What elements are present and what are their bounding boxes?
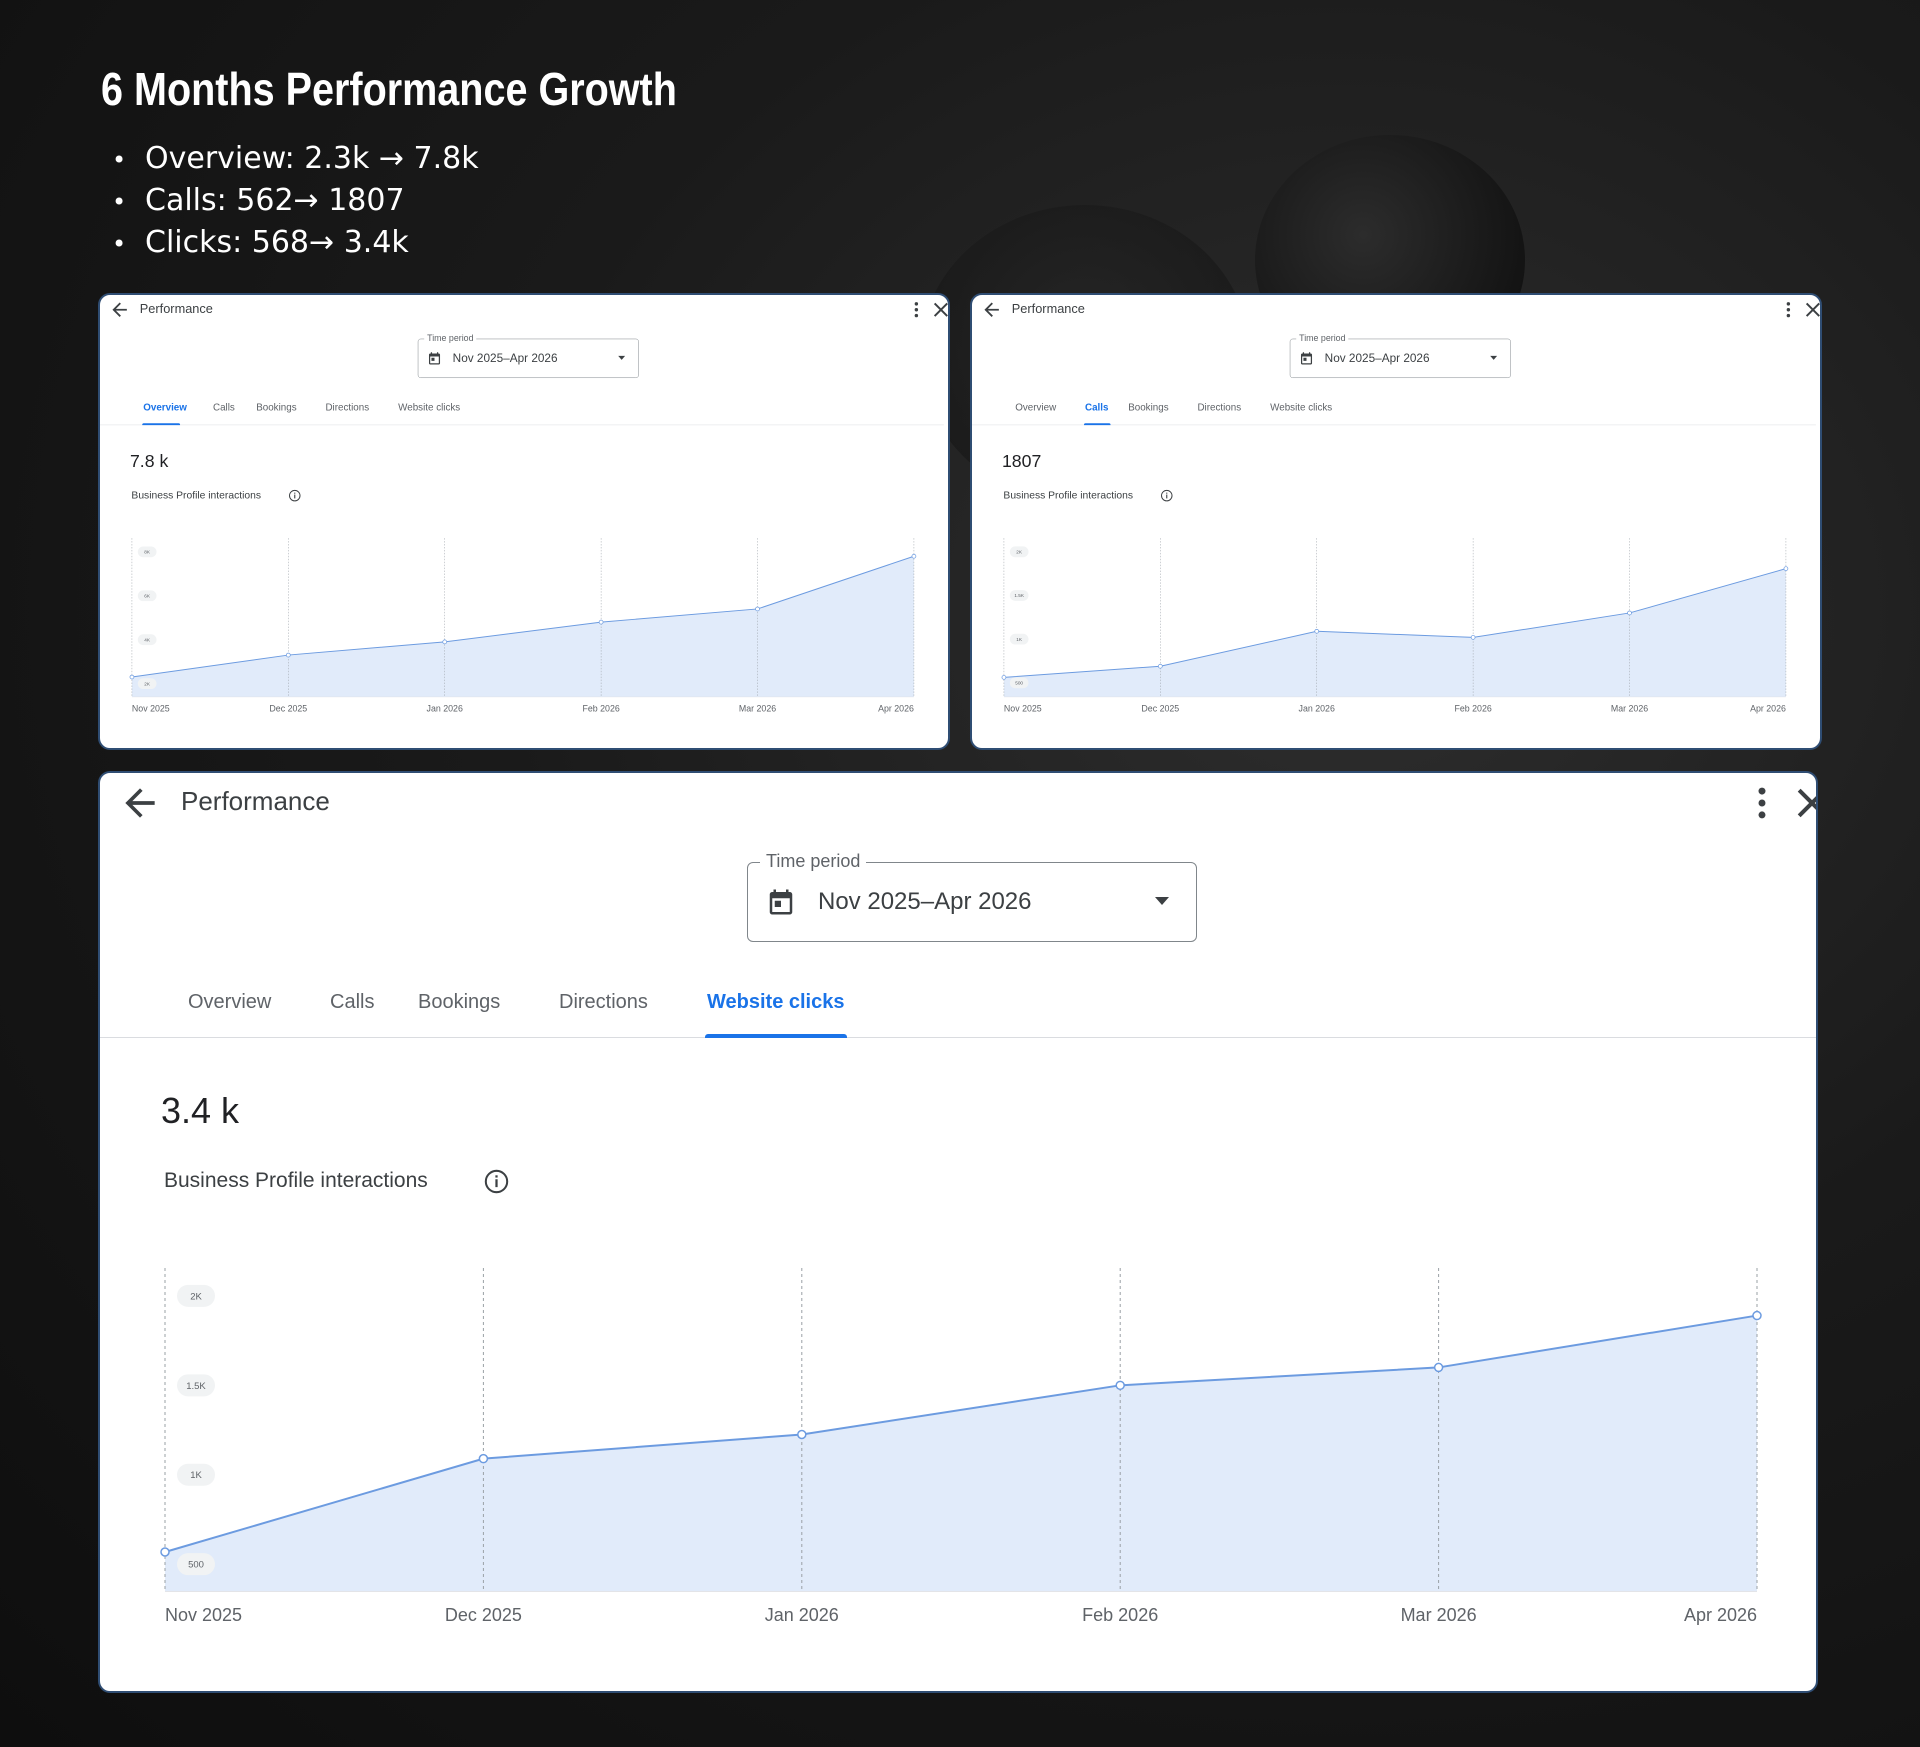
y-tick-label: 1K: [190, 1470, 202, 1481]
y-tick-label: 500: [1015, 681, 1023, 686]
data-point[interactable]: [1783, 566, 1789, 571]
area-fill: [131, 556, 914, 697]
x-tick-label: Nov 2025: [1004, 704, 1042, 714]
slide-title: 6 Months Performance Growth: [101, 63, 677, 115]
data-point[interactable]: [478, 1453, 489, 1464]
x-tick-label: Mar 2026: [1401, 1605, 1477, 1625]
interactions-chart: 500 1K 1.5K 2K Nov 2025 Dec 2025 Jan 2026 Feb 2…: [1001, 538, 1789, 714]
x-tick-label: Nov 2025: [132, 704, 170, 714]
y-tick-label: 2K: [144, 681, 151, 686]
data-point[interactable]: [598, 619, 604, 625]
calls-performance-panel: Performance Time period Nov 2025–Apr 202…: [970, 293, 1822, 750]
interactions-chart: 500 1K 1.5K 2K Nov 2025 Dec 2025 Jan 2026 Feb 2…: [160, 1268, 1762, 1625]
x-tick-label: Feb 2026: [582, 704, 619, 714]
area-fill: [165, 1315, 1757, 1591]
x-tick-label: Nov 2025: [165, 1605, 242, 1625]
data-point[interactable]: [1752, 1310, 1762, 1321]
bullet-calls: Calls: 562→ 1807: [112, 180, 479, 222]
growth-bullets: Overview: 2.3k → 7.8k Calls: 562→ 1807 C…: [112, 138, 479, 264]
data-point[interactable]: [1157, 663, 1163, 669]
y-tick-label: 1.5K: [186, 1381, 206, 1392]
data-point[interactable]: [1314, 628, 1320, 634]
x-tick-label: Feb 2026: [1454, 704, 1491, 714]
x-tick-label: Dec 2025: [1141, 704, 1179, 714]
data-point[interactable]: [129, 674, 135, 680]
bullet-overview: Overview: 2.3k → 7.8k: [112, 138, 479, 180]
data-point[interactable]: [1001, 675, 1007, 680]
data-point[interactable]: [1627, 610, 1632, 616]
area-fill: [1003, 568, 1786, 697]
website-clicks-performance-panel: Performance Time period Nov 2025–Apr 202…: [98, 771, 1818, 1693]
data-point[interactable]: [1470, 635, 1476, 640]
x-tick-label: Apr 2026: [1684, 1605, 1757, 1625]
x-tick-label: Dec 2025: [269, 704, 307, 714]
x-tick-label: Jan 2026: [1299, 704, 1335, 714]
x-tick-label: Jan 2026: [765, 1605, 839, 1625]
x-tick-label: Jan 2026: [427, 704, 463, 714]
y-tick-label: 8K: [144, 550, 151, 555]
y-tick-label: 4K: [144, 637, 151, 642]
x-tick-label: Apr 2026: [1750, 704, 1786, 714]
y-tick-label: 6K: [144, 593, 151, 598]
x-tick-label: Mar 2026: [1611, 704, 1648, 714]
x-tick-label: Apr 2026: [878, 704, 914, 714]
data-point[interactable]: [160, 1547, 170, 1557]
y-tick-label: 2K: [190, 1291, 202, 1302]
data-point[interactable]: [1115, 1380, 1125, 1391]
y-tick-label: 1K: [1016, 637, 1023, 642]
data-point[interactable]: [911, 553, 917, 559]
x-tick-label: Mar 2026: [739, 704, 776, 714]
data-point[interactable]: [797, 1429, 807, 1440]
x-tick-label: Feb 2026: [1082, 1605, 1158, 1625]
data-point[interactable]: [755, 606, 760, 612]
data-point[interactable]: [285, 652, 291, 658]
data-point[interactable]: [1433, 1362, 1444, 1373]
y-tick-label: 1.5K: [1014, 593, 1024, 598]
y-tick-label: 500: [188, 1560, 204, 1571]
bullet-clicks: Clicks: 568→ 3.4k: [112, 222, 479, 264]
overview-performance-panel: Performance Time period Nov 2025–Apr 202…: [98, 293, 950, 750]
interactions-chart: 2K 4K 6K 8K Nov 2025 Dec 2025 Jan 2026 Feb 2026…: [129, 538, 917, 714]
data-point[interactable]: [442, 639, 448, 645]
x-tick-label: Dec 2025: [445, 1605, 522, 1625]
y-tick-label: 2K: [1016, 550, 1023, 555]
